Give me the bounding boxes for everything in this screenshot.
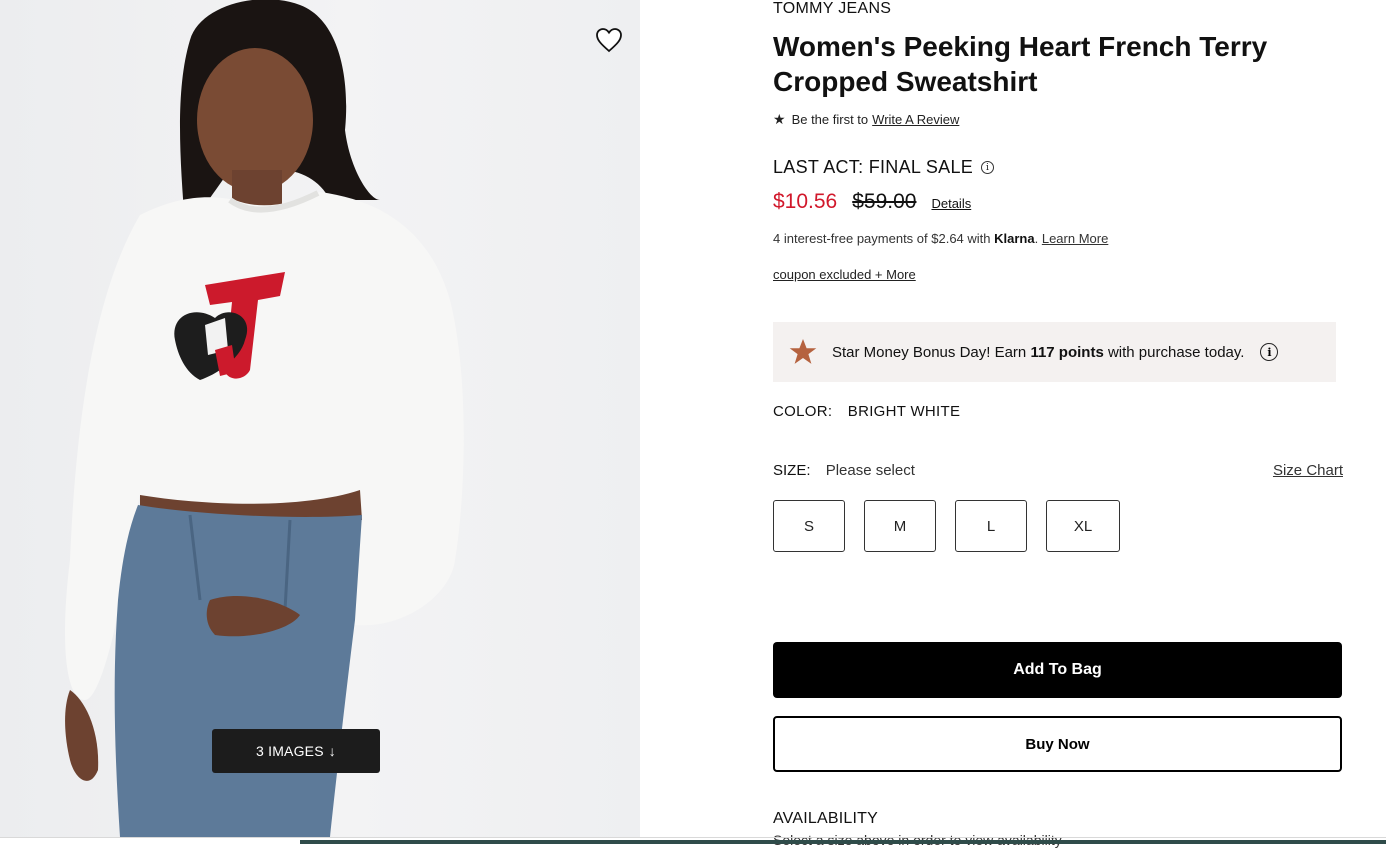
info-icon[interactable]: i xyxy=(981,161,995,174)
images-count-label: 3 IMAGES xyxy=(256,743,324,759)
size-option-xl[interactable]: XL xyxy=(1046,500,1120,552)
klarna-learn-more-link[interactable]: Learn More xyxy=(1042,231,1108,246)
bonus-text: Star Money Bonus Day! Earn 117 points wi… xyxy=(832,344,1244,361)
bonus-points: 117 points xyxy=(1030,343,1104,361)
sale-price: $10.56 xyxy=(773,190,838,213)
color-label: COLOR: xyxy=(773,403,833,420)
availability-label: AVAILABILITY xyxy=(773,810,878,827)
write-review-link[interactable]: Write A Review xyxy=(872,112,959,127)
color-row: COLOR: BRIGHT WHITE xyxy=(773,403,960,420)
star-money-banner: Star Money Bonus Day! Earn 117 points wi… xyxy=(773,322,1336,382)
product-image[interactable]: 3 IMAGES ↓ xyxy=(0,0,640,837)
price-details-link[interactable]: Details xyxy=(931,196,971,211)
product-title: Women's Peeking Heart French Terry Cropp… xyxy=(773,31,1268,97)
original-price: $59.00 xyxy=(852,190,917,213)
heart-outline-icon xyxy=(596,28,622,53)
size-chart-link[interactable]: Size Chart xyxy=(1273,462,1343,479)
size-option-m[interactable]: M xyxy=(864,500,936,552)
view-images-button[interactable]: 3 IMAGES ↓ xyxy=(212,729,380,773)
klarna-logo: Klarna xyxy=(994,231,1035,246)
star-icon xyxy=(789,339,817,364)
add-to-bag-button[interactable]: Add To Bag xyxy=(773,642,1342,698)
price-row: $10.56 $59.00 Details xyxy=(773,190,971,214)
buy-now-button[interactable]: Buy Now xyxy=(773,716,1342,772)
arrow-down-icon: ↓ xyxy=(328,743,336,759)
klarna-message: 4 interest-free payments of $2.64 with K… xyxy=(773,231,1109,246)
size-option-l[interactable]: L xyxy=(955,500,1027,552)
review-star-icon: ★ xyxy=(773,111,786,127)
size-label: SIZE: xyxy=(773,462,811,479)
bottom-bar xyxy=(300,840,1386,844)
size-row: SIZE: Please select Size Chart xyxy=(773,462,1343,479)
klarna-text: 4 interest-free payments of $2.64 with xyxy=(773,231,991,246)
model-photo xyxy=(65,0,464,837)
coupon-link[interactable]: coupon excluded + More xyxy=(773,267,916,282)
favorite-button[interactable] xyxy=(592,24,626,56)
brand-link[interactable]: TOMMY JEANS xyxy=(773,0,891,18)
bonus-text-after: with purchase today. xyxy=(1107,343,1245,361)
bonus-text-before: Star Money Bonus Day! Earn xyxy=(832,343,1027,361)
sale-label-text: LAST ACT: FINAL SALE xyxy=(773,157,974,177)
size-value: Please select xyxy=(825,462,915,479)
review-prefix: Be the first to xyxy=(791,112,869,127)
size-option-s[interactable]: S xyxy=(773,500,845,552)
bonus-info-icon[interactable]: i xyxy=(1260,343,1279,361)
review-line: ★ Be the first to Write A Review xyxy=(773,111,959,128)
color-value: BRIGHT WHITE xyxy=(847,403,961,420)
divider xyxy=(0,837,1386,838)
size-options: S M L XL xyxy=(773,500,1139,552)
final-sale-label: LAST ACT: FINAL SALE i xyxy=(773,157,995,178)
